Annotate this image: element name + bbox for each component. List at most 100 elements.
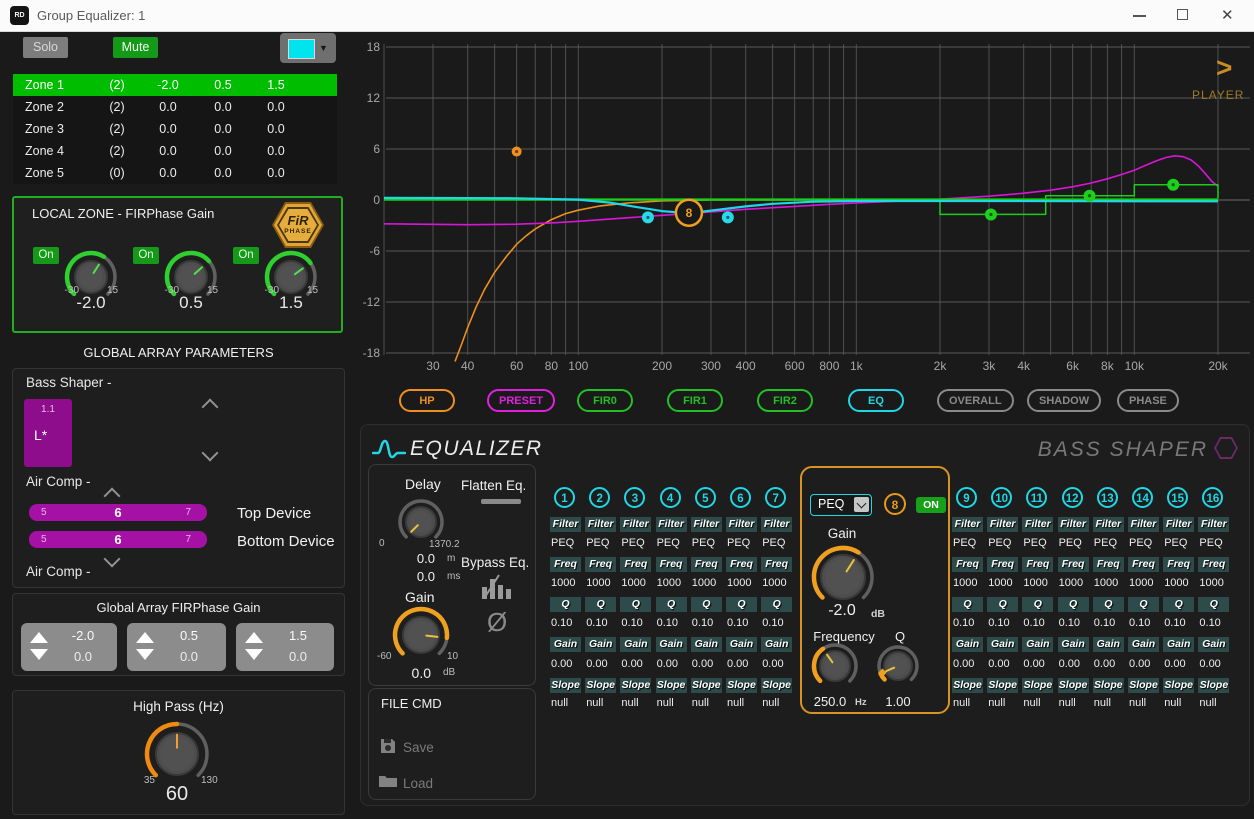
band-field-value[interactable]: null xyxy=(551,697,582,710)
band-field-value[interactable]: null xyxy=(621,697,652,710)
firphase-stepper-2[interactable]: 0.5 0.0 xyxy=(127,623,226,671)
band-select-11[interactable]: 11 xyxy=(1026,487,1047,508)
filter-button-eq[interactable]: EQ xyxy=(848,389,904,412)
band-gain-knob[interactable] xyxy=(810,544,876,610)
bass-shaper-box[interactable]: 1.1 L* xyxy=(24,399,72,467)
band-field-value[interactable]: 0.10 xyxy=(1199,617,1230,630)
band-field-value[interactable]: PEQ xyxy=(586,537,617,550)
step-down-icon[interactable] xyxy=(30,649,48,660)
air-comp-down-icon[interactable] xyxy=(104,551,121,568)
save-icon[interactable] xyxy=(379,737,397,755)
band-field-value[interactable]: PEQ xyxy=(1094,537,1125,550)
band-field-value[interactable]: 0.00 xyxy=(621,658,652,671)
band-field-value[interactable]: null xyxy=(1164,697,1195,710)
zone-row[interactable]: Zone 5(0)0.00.00.0 xyxy=(13,162,337,184)
band-select-15[interactable]: 15 xyxy=(1167,487,1188,508)
band-field-value[interactable]: 0.00 xyxy=(1129,658,1160,671)
load-button[interactable]: Load xyxy=(403,776,433,791)
band-field-value[interactable]: 0.10 xyxy=(988,617,1019,630)
band-field-value[interactable]: PEQ xyxy=(762,537,793,550)
band-field-value[interactable]: PEQ xyxy=(1164,537,1195,550)
bass-shaper-up-icon[interactable] xyxy=(202,399,219,416)
band-field-value[interactable]: 1000 xyxy=(551,577,582,590)
solo-button[interactable]: Solo xyxy=(23,37,68,58)
band-field-value[interactable]: 1000 xyxy=(1164,577,1195,590)
band-field-value[interactable]: 0.00 xyxy=(1094,658,1125,671)
step-up-icon[interactable] xyxy=(136,632,154,643)
band-select-4[interactable]: 4 xyxy=(660,487,681,508)
filter-type-select[interactable]: PEQ xyxy=(810,494,872,516)
band-field-value[interactable]: null xyxy=(692,697,723,710)
maximize-icon[interactable] xyxy=(1177,9,1188,20)
band-on-button[interactable]: On xyxy=(33,247,59,264)
band-gain-value[interactable]: -2.0 xyxy=(812,602,872,620)
band-field-value[interactable]: PEQ xyxy=(988,537,1019,550)
band-field-value[interactable]: 0.10 xyxy=(727,617,758,630)
band-field-value[interactable]: PEQ xyxy=(1129,537,1160,550)
step-up-icon[interactable] xyxy=(30,632,48,643)
band-field-value[interactable]: 0.00 xyxy=(1199,658,1230,671)
zone-row[interactable]: Zone 1(2)-2.00.51.5 xyxy=(13,74,337,96)
zone-color-dropdown[interactable]: ▼ xyxy=(280,33,336,63)
band-field-value[interactable]: 1000 xyxy=(1059,577,1090,590)
selected-band-number[interactable]: 8 xyxy=(884,493,906,515)
band-field-value[interactable]: null xyxy=(1199,697,1230,710)
band-field-value[interactable]: 0.00 xyxy=(727,658,758,671)
firphase-stepper-3[interactable]: 1.5 0.0 xyxy=(236,623,334,671)
zone-row[interactable]: Zone 2(2)0.00.00.0 xyxy=(13,96,337,118)
band-field-value[interactable]: 0.00 xyxy=(762,658,793,671)
band-field-value[interactable]: PEQ xyxy=(692,537,723,550)
firphase-stepper-1[interactable]: -2.0 0.0 xyxy=(21,623,117,671)
band-field-value[interactable]: null xyxy=(586,697,617,710)
band-field-value[interactable]: 0.10 xyxy=(657,617,688,630)
band-field-value[interactable]: 0.10 xyxy=(953,617,984,630)
mute-button[interactable]: Mute xyxy=(113,37,158,58)
step-down-icon[interactable] xyxy=(245,649,263,660)
band-field-value[interactable]: 0.10 xyxy=(1164,617,1195,630)
band-field-value[interactable]: null xyxy=(1094,697,1125,710)
band-q-value[interactable]: 1.00 xyxy=(878,694,918,709)
band-select-9[interactable]: 9 xyxy=(956,487,977,508)
band-field-value[interactable]: 0.00 xyxy=(988,658,1019,671)
band-field-value[interactable]: 1000 xyxy=(988,577,1019,590)
close-icon[interactable]: ✕ xyxy=(1221,6,1234,24)
filter-button-fir0[interactable]: FIR0 xyxy=(577,389,633,412)
band-field-value[interactable]: null xyxy=(988,697,1019,710)
flatten-eq-button[interactable] xyxy=(481,499,521,504)
air-comp-slider-top[interactable]: 5 6 7 xyxy=(29,504,207,521)
filter-button-fir1[interactable]: FIR1 xyxy=(667,389,723,412)
band-field-value[interactable]: 0.10 xyxy=(1129,617,1160,630)
band-field-value[interactable]: 1000 xyxy=(1094,577,1125,590)
gain-value[interactable]: 0.0 xyxy=(399,665,431,681)
band-q-knob[interactable] xyxy=(876,644,920,688)
band-field-value[interactable]: null xyxy=(953,697,984,710)
band-field-value[interactable]: 0.10 xyxy=(1059,617,1090,630)
band-field-value[interactable]: PEQ xyxy=(621,537,652,550)
gain-knob[interactable] xyxy=(391,605,451,665)
zone-row[interactable]: Zone 4(2)0.00.00.0 xyxy=(13,140,337,162)
delay-value-m[interactable]: 0.0 xyxy=(399,551,435,566)
band-field-value[interactable]: 1000 xyxy=(1199,577,1230,590)
band-field-value[interactable]: PEQ xyxy=(1023,537,1054,550)
band-field-value[interactable]: PEQ xyxy=(1199,537,1230,550)
band-field-value[interactable]: null xyxy=(1129,697,1160,710)
filter-button-fir2[interactable]: FIR2 xyxy=(757,389,813,412)
band-frequency-value[interactable]: 250.0 xyxy=(806,694,854,709)
band-select-16[interactable]: 16 xyxy=(1202,487,1223,508)
band-on-button[interactable]: ON xyxy=(916,497,946,513)
band-field-value[interactable]: PEQ xyxy=(727,537,758,550)
filter-button-preset[interactable]: PRESET xyxy=(487,389,555,412)
band-field-value[interactable]: null xyxy=(727,697,758,710)
band-select-13[interactable]: 13 xyxy=(1097,487,1118,508)
band-field-value[interactable]: PEQ xyxy=(953,537,984,550)
band-field-value[interactable]: PEQ xyxy=(657,537,688,550)
band-field-value[interactable]: 0.10 xyxy=(762,617,793,630)
step-up-icon[interactable] xyxy=(245,632,263,643)
band-field-value[interactable]: 1000 xyxy=(1129,577,1160,590)
band-select-6[interactable]: 6 xyxy=(730,487,751,508)
band-field-value[interactable]: 0.10 xyxy=(692,617,723,630)
band-field-value[interactable]: null xyxy=(1059,697,1090,710)
player-arrow[interactable]: > xyxy=(1216,52,1232,84)
phase-invert-icon[interactable]: Ø xyxy=(487,607,507,638)
band-field-value[interactable]: PEQ xyxy=(551,537,582,550)
